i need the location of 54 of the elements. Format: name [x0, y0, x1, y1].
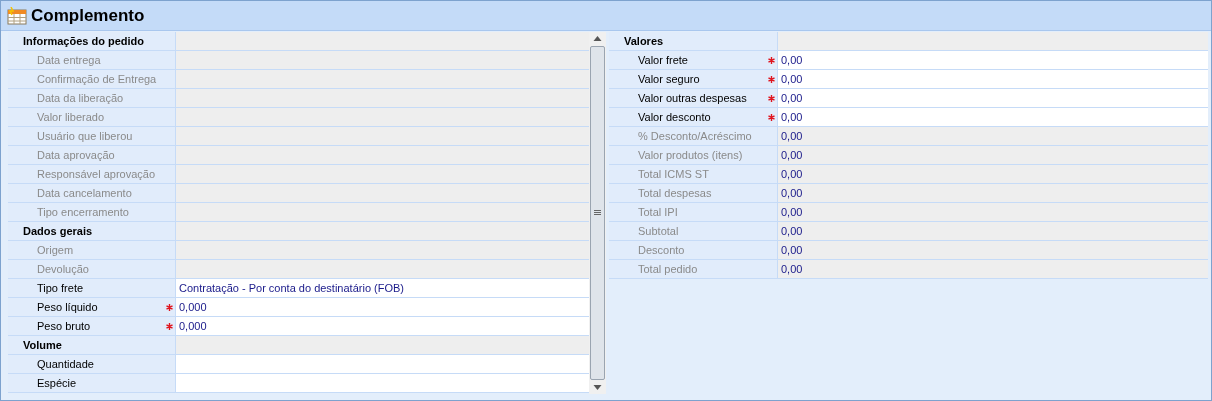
value-field[interactable]: 0,00: [778, 70, 1208, 88]
value-field[interactable]: [176, 374, 589, 392]
field-label: Usuário que liberou: [37, 128, 133, 144]
panel-title: Complemento: [31, 4, 145, 27]
field-label: Valor frete: [638, 52, 688, 68]
field-label: Total ICMS ST: [638, 166, 709, 182]
group-heading: Dados gerais: [23, 223, 93, 239]
value-field: 0,00: [778, 260, 1208, 278]
value-field: 0,00: [778, 146, 1208, 164]
field-label: Valor liberado: [37, 109, 105, 125]
field-label: Tipo encerramento: [37, 204, 129, 220]
field-label: Valor seguro: [638, 71, 700, 87]
group-heading: Valores: [624, 33, 664, 49]
field-label: Data cancelamento: [37, 185, 132, 201]
field-label: Quantidade: [37, 356, 94, 372]
group-heading: Volume: [23, 337, 62, 353]
field-label: Confirmação de Entrega: [37, 71, 157, 87]
field-label: Origem: [37, 242, 74, 258]
field-label: Total IPI: [638, 204, 678, 220]
value-field[interactable]: 0,00: [778, 108, 1208, 126]
value-field: 0,00: [778, 203, 1208, 221]
value-field: 0,00: [778, 165, 1208, 183]
field-label: Data da liberação: [37, 90, 124, 106]
field-label: Subtotal: [638, 223, 679, 239]
field-label: Valor desconto: [638, 109, 711, 125]
scrollbar[interactable]: [589, 32, 606, 394]
table-icon: [7, 6, 27, 25]
value-field[interactable]: 0,000: [176, 317, 589, 335]
field-label: Valor outras despesas: [638, 90, 747, 106]
field-label: Total pedido: [638, 261, 698, 277]
value-field[interactable]: Contratação - Por conta do destinatário (FOB): [176, 279, 589, 297]
grip-icon: [594, 210, 601, 216]
field-label: Valor produtos (itens): [638, 147, 743, 163]
field-label: Data entrega: [37, 52, 101, 68]
field-label: Peso líquido: [37, 299, 98, 315]
field-label: Peso bruto: [37, 318, 91, 334]
field-label: Desconto: [638, 242, 685, 258]
scroll-thumb[interactable]: [590, 46, 605, 380]
field-label: Espécie: [37, 375, 77, 391]
field-label: Total despesas: [638, 185, 712, 201]
field-label: Responsável aprovação: [37, 166, 156, 182]
value-field[interactable]: 0,00: [778, 89, 1208, 107]
value-field[interactable]: [176, 355, 589, 373]
field-label: Tipo frete: [37, 280, 84, 296]
value-field: 0,00: [778, 127, 1208, 145]
value-field: 0,00: [778, 241, 1208, 259]
value-field: 0,00: [778, 222, 1208, 240]
value-field[interactable]: 0,000: [176, 298, 589, 316]
field-label: Devolução: [37, 261, 89, 277]
value-field[interactable]: 0,00: [778, 51, 1208, 69]
group-heading: Informações do pedido: [23, 33, 144, 49]
value-field: 0,00: [778, 184, 1208, 202]
field-label: Data aprovação: [37, 147, 115, 163]
field-label: % Desconto/Acréscimo: [638, 128, 752, 144]
